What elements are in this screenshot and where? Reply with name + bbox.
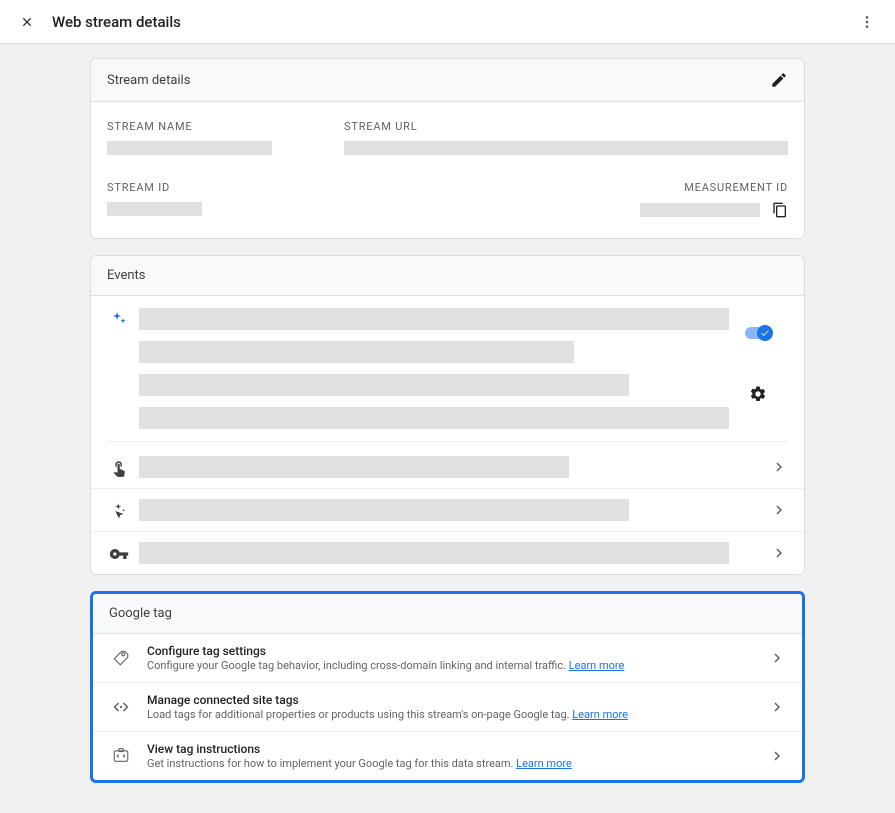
- event-skeleton: [139, 456, 569, 478]
- tag-row-title: Manage connected site tags: [147, 693, 768, 707]
- stream-url-label: STREAM URL: [344, 120, 788, 133]
- events-heading: Events: [107, 268, 145, 283]
- learn-more-link[interactable]: Learn more: [569, 659, 625, 672]
- configure-tag-settings-row[interactable]: Configure tag settings Configure your Go…: [93, 634, 802, 683]
- stream-name-label: STREAM NAME: [107, 120, 314, 133]
- link-icon: [112, 698, 130, 716]
- tag-icon: [112, 649, 130, 667]
- create-events-row[interactable]: [91, 489, 804, 532]
- tag-row-desc: Get instructions for how to implement yo…: [147, 757, 768, 770]
- tag-row-title: Configure tag settings: [147, 644, 768, 658]
- tag-row-desc: Configure your Google tag behavior, incl…: [147, 659, 768, 672]
- measurement-id-label: MEASUREMENT ID: [581, 181, 788, 194]
- main-content: Stream details STREAM NAME STREAM URL ST…: [0, 44, 895, 813]
- manage-connected-tags-row[interactable]: Manage connected site tags Load tags for…: [93, 683, 802, 732]
- stream-id-label: STREAM ID: [107, 181, 314, 194]
- enhanced-measurement-toggle[interactable]: [745, 326, 771, 340]
- check-icon: [760, 328, 770, 338]
- edit-stream-button[interactable]: [770, 71, 788, 89]
- measurement-id-value-placeholder: [640, 203, 760, 217]
- instructions-icon: [112, 747, 130, 765]
- enhanced-measurement-row: [91, 296, 804, 446]
- google-tag-heading: Google tag: [109, 606, 172, 621]
- events-header: Events: [91, 256, 804, 296]
- enhanced-measurement-settings-button[interactable]: [749, 385, 767, 403]
- page-title: Web stream details: [52, 13, 181, 31]
- stream-id-field: STREAM ID: [107, 181, 314, 218]
- stream-url-field: STREAM URL: [344, 120, 788, 155]
- sparkle-icon: [111, 310, 127, 326]
- view-tag-instructions-row[interactable]: View tag instructions Get instructions f…: [93, 732, 802, 780]
- chevron-right-icon: [768, 747, 786, 765]
- event-skeleton: [139, 308, 729, 330]
- close-icon: [20, 15, 34, 29]
- tag-row-title: View tag instructions: [147, 742, 768, 756]
- event-skeleton: [139, 499, 629, 521]
- event-skeleton: [139, 374, 629, 396]
- chevron-right-icon: [768, 698, 786, 716]
- copy-measurement-id-button[interactable]: [772, 202, 788, 218]
- event-skeleton: [139, 542, 729, 564]
- stream-name-value-placeholder: [107, 141, 272, 155]
- stream-url-value-placeholder: [344, 141, 788, 155]
- tag-row-desc: Load tags for additional properties or p…: [147, 708, 768, 721]
- key-icon: [109, 544, 129, 564]
- more-vert-icon: [859, 14, 875, 30]
- cursor-sparkle-icon: [110, 502, 128, 520]
- close-button[interactable]: [20, 15, 34, 29]
- learn-more-link[interactable]: Learn more: [516, 757, 572, 770]
- events-card: Events: [90, 255, 805, 575]
- sparkle-icon-wrapper: [107, 310, 131, 429]
- google-tag-card: Google tag Configure tag settings Config…: [90, 591, 805, 783]
- measurement-protocol-row[interactable]: [91, 532, 804, 574]
- chevron-right-icon: [770, 544, 788, 562]
- event-skeleton: [139, 407, 729, 429]
- stream-details-header: Stream details: [91, 59, 804, 102]
- touch-icon: [110, 459, 128, 477]
- events-body: [91, 296, 804, 574]
- stream-details-body: STREAM NAME STREAM URL STREAM ID MEASURE…: [91, 102, 804, 238]
- stream-details-heading: Stream details: [107, 73, 190, 88]
- chevron-right-icon: [770, 458, 788, 476]
- google-tag-header: Google tag: [93, 594, 802, 634]
- event-skeleton: [139, 341, 574, 363]
- copy-icon: [772, 202, 788, 218]
- chevron-right-icon: [770, 501, 788, 519]
- stream-details-card: Stream details STREAM NAME STREAM URL ST…: [90, 58, 805, 239]
- stream-name-field: STREAM NAME: [107, 120, 314, 155]
- gear-icon: [749, 385, 767, 403]
- page-header: Web stream details: [0, 0, 895, 44]
- chevron-right-icon: [768, 649, 786, 667]
- learn-more-link[interactable]: Learn more: [572, 708, 628, 721]
- measurement-id-field: MEASUREMENT ID: [581, 181, 788, 218]
- pencil-icon: [770, 71, 788, 89]
- stream-id-value-placeholder: [107, 202, 202, 216]
- modify-events-row[interactable]: [91, 446, 804, 489]
- more-menu-button[interactable]: [859, 14, 875, 30]
